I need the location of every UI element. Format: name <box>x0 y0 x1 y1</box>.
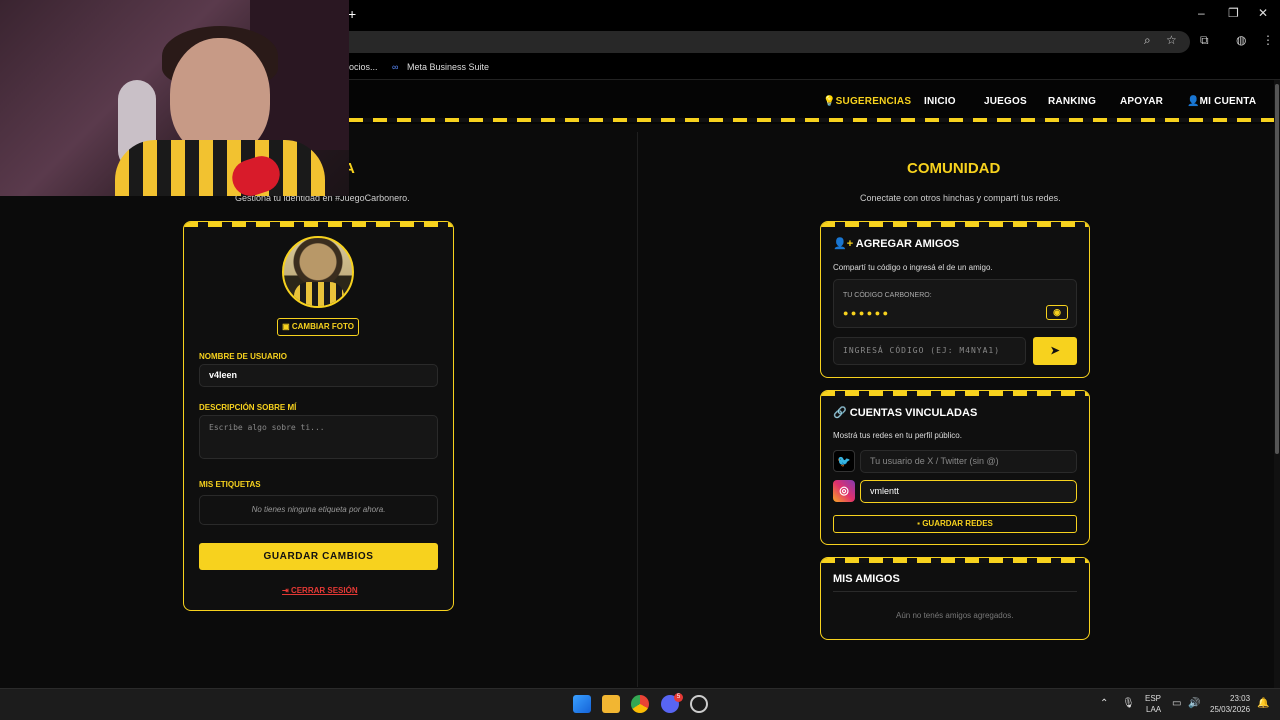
add-friends-title: 👤+ AGREGAR AMIGOS <box>833 238 960 250</box>
column-divider <box>637 132 638 687</box>
friends-divider <box>833 591 1077 592</box>
change-photo-button[interactable]: ▣ CAMBIAR FOTO <box>277 318 359 336</box>
nav-juegos[interactable]: JUEGOS <box>984 96 1027 107</box>
meta-icon: ∞ <box>392 62 399 72</box>
file-explorer-icon[interactable] <box>602 695 620 713</box>
tags-empty: No tienes ninguna etiqueta por ahora. <box>199 495 438 525</box>
friends-card: MIS AMIGOS Aún no tenés amigos agregados… <box>820 557 1090 640</box>
tray-chevron-icon[interactable]: ⌃ <box>1100 698 1108 709</box>
webcam-face <box>170 38 270 156</box>
save-changes-button[interactable]: GUARDAR CAMBIOS <box>199 543 438 570</box>
add-friends-description: Compartí tu código o ingresá el de un am… <box>833 263 993 272</box>
camera-icon: ▣ <box>282 322 292 331</box>
linked-accounts-card: 🔗 CUENTAS VINCULADAS Mostrá tus redes en… <box>820 390 1090 545</box>
nav-mi-cuenta[interactable]: 👤MI CUENTA <box>1187 96 1256 107</box>
friends-title: MIS AMIGOS <box>833 573 900 585</box>
logout-icon: ⇥ <box>282 586 291 595</box>
community-subtitle: Conectate con otros hinchas y compartí t… <box>860 193 1061 203</box>
send-code-button[interactable]: ➤ <box>1033 337 1077 365</box>
card-stripe <box>184 222 453 227</box>
avatar-jersey <box>294 282 344 306</box>
profile-icon[interactable]: ◍ <box>1236 33 1246 47</box>
nav-sugerencias[interactable]: 💡SUGERENCIAS <box>823 96 911 107</box>
start-icon[interactable] <box>573 695 591 713</box>
language-indicator[interactable]: ESP <box>1145 694 1161 703</box>
username-field[interactable]: v4leen <box>199 364 438 387</box>
save-social-button[interactable]: ▪ GUARDAR REDES <box>833 515 1077 533</box>
volume-icon[interactable]: 🔊 <box>1188 698 1200 709</box>
clock-time[interactable]: 23:03 <box>1230 694 1250 703</box>
description-textarea[interactable]: Escribe algo sobre ti... <box>199 415 438 459</box>
user-icon: 👤 <box>1187 96 1200 107</box>
restore-button[interactable]: ❐ <box>1228 6 1239 20</box>
friend-code-masked: ● ● ● ● ● ● <box>843 308 889 318</box>
nav-ranking[interactable]: RANKING <box>1048 96 1096 107</box>
nav-inicio[interactable]: INICIO <box>924 96 956 107</box>
friend-code-box <box>833 279 1077 328</box>
address-bar[interactable] <box>330 31 1190 53</box>
extensions-icon[interactable]: ⧉ <box>1200 33 1209 48</box>
nav-apoyar[interactable]: APOYAR <box>1120 96 1163 107</box>
keyboard-layout[interactable]: LAA <box>1146 705 1161 714</box>
app-icon[interactable] <box>690 695 708 713</box>
bookmark-meta-business[interactable]: Meta Business Suite <box>407 62 489 72</box>
browser-menu-icon[interactable]: ⋮ <box>1262 33 1274 47</box>
chrome-icon[interactable] <box>631 695 649 713</box>
send-icon: ➤ <box>1050 345 1060 357</box>
microphone-icon[interactable]: 🎙 <box>1122 698 1135 709</box>
card-stripe <box>821 391 1089 396</box>
webcam-shirt <box>115 140 325 196</box>
link-icon: 🔗 <box>833 407 850 419</box>
friend-code-input[interactable]: INGRESÁ CÓDIGO (EJ: M4NYA1) <box>833 337 1026 365</box>
lightbulb-icon: 💡 <box>823 96 836 107</box>
logout-link[interactable]: ⇥ CERRAR SESIÓN <box>282 586 358 595</box>
zoom-icon[interactable]: ⌕ <box>1144 33 1151 48</box>
profile-card: ▣ CAMBIAR FOTO NOMBRE DE USUARIO v4leen … <box>183 221 454 611</box>
community-title: COMUNIDAD <box>907 160 1001 177</box>
twitter-input[interactable]: Tu usuario de X / Twitter (sin @) <box>860 450 1077 473</box>
header-stripe <box>349 118 1274 122</box>
add-user-icon: 👤+ <box>833 238 856 250</box>
friends-empty: Aún no tenés amigos agregados. <box>896 611 1014 620</box>
add-friends-card: 👤+ AGREGAR AMIGOS Compartí tu código o i… <box>820 221 1090 378</box>
description-label: DESCRIPCIÓN SOBRE MÍ <box>199 403 297 412</box>
linked-accounts-description: Mostrá tus redes en tu perfil público. <box>833 431 962 440</box>
discord-badge: 5 <box>674 693 683 702</box>
username-label: NOMBRE DE USUARIO <box>199 352 288 361</box>
notification-icon[interactable]: 🔔 <box>1257 698 1269 709</box>
tags-label: MIS ETIQUETAS <box>199 480 261 489</box>
new-tab-button[interactable]: + <box>348 6 356 22</box>
card-stripe <box>821 222 1089 227</box>
webcam-overlay <box>0 0 349 196</box>
close-window-button[interactable]: ✕ <box>1258 6 1268 20</box>
bookmark-star-icon[interactable]: ☆ <box>1166 33 1177 47</box>
instagram-input[interactable]: vmlentt <box>860 480 1077 503</box>
scrollbar-thumb[interactable] <box>1275 84 1279 454</box>
avatar <box>282 236 354 308</box>
twitter-icon: 🐦 <box>833 450 855 472</box>
friend-code-label: TU CÓDIGO CARBONERO: <box>843 292 932 299</box>
bookmark-item[interactable]: ocios... <box>349 62 378 72</box>
card-stripe <box>821 558 1089 563</box>
reveal-code-button[interactable]: ◉ <box>1046 305 1068 320</box>
clock-date[interactable]: 25/03/2026 <box>1210 705 1250 714</box>
linked-accounts-title: 🔗 CUENTAS VINCULADAS <box>833 407 978 419</box>
instagram-icon: ◎ <box>833 480 855 502</box>
network-icon[interactable]: ▭ <box>1172 698 1181 709</box>
eye-icon: ◉ <box>1053 307 1061 317</box>
minimize-button[interactable]: – <box>1198 6 1205 20</box>
